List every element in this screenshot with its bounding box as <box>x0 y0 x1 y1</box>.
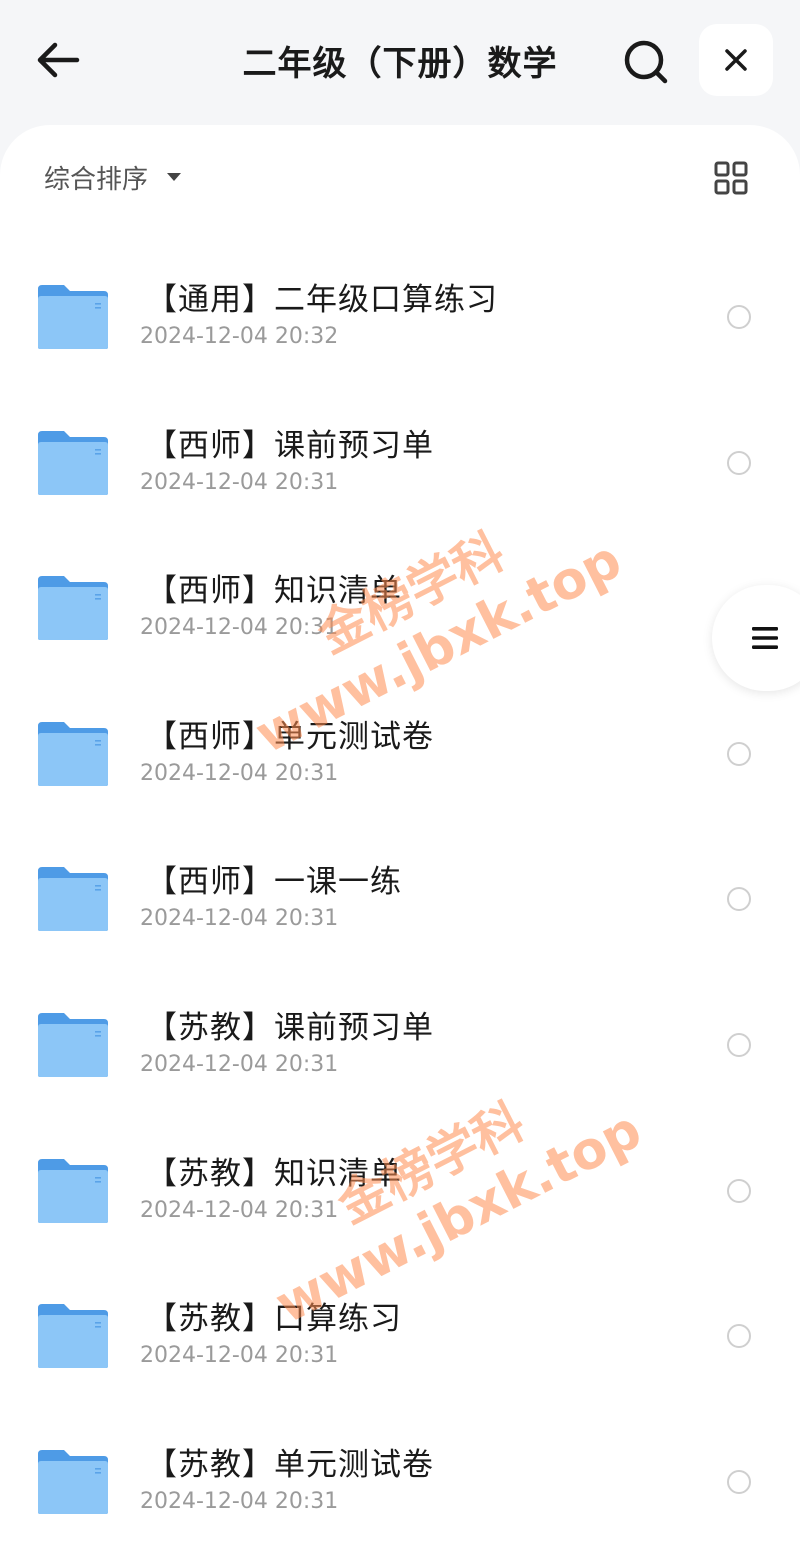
folder-date: 2024-12-04 20:31 <box>140 1488 339 1514</box>
sort-dropdown[interactable]: 综合排序 <box>44 155 182 199</box>
arrow-left-icon <box>37 42 80 78</box>
grid-view-icon <box>714 161 748 195</box>
folder-name: 【苏教】课前预习单 <box>146 1009 434 1046</box>
radio-circle-icon[interactable] <box>727 1469 751 1494</box>
folder-name: 【苏教】单元测试卷 <box>146 1446 434 1483</box>
folder-icon <box>38 1304 108 1369</box>
folder-icon <box>38 430 108 495</box>
file-list-panel: 综合排序 【通用】二年级口算练习 2024-12-04 20:32 【西师】课前… <box>0 125 800 1541</box>
folder-item[interactable]: 【通用】二年级口算练习 2024-12-04 20:32 <box>0 226 800 372</box>
folder-date: 2024-12-04 20:31 <box>140 1343 339 1369</box>
folder-date: 2024-12-04 20:31 <box>140 615 339 641</box>
folder-icon <box>38 1012 108 1077</box>
folder-list: 【通用】二年级口算练习 2024-12-04 20:32 【西师】课前预习单 2… <box>0 226 800 1536</box>
folder-date: 2024-12-04 20:31 <box>140 1051 339 1077</box>
folder-item[interactable]: 【西师】单元测试卷 2024-12-04 20:31 <box>0 663 800 809</box>
top-bar: 二年级（下册）数学 <box>0 0 800 125</box>
folder-icon <box>38 285 108 349</box>
folder-date: 2024-12-04 20:31 <box>140 906 339 932</box>
folder-name: 【通用】二年级口算练习 <box>146 282 498 318</box>
folder-item[interactable]: 【西师】一课一练 2024-12-04 20:31 <box>0 808 800 954</box>
close-icon <box>725 49 747 71</box>
radio-circle-icon[interactable] <box>727 1032 751 1057</box>
folder-name: 【西师】一课一练 <box>146 864 402 901</box>
radio-circle-icon[interactable] <box>727 887 751 912</box>
folder-name: 【苏教】知识清单 <box>146 1155 402 1192</box>
folder-item[interactable]: 【苏教】口算练习 2024-12-04 20:31 <box>0 1245 800 1391</box>
folder-item[interactable]: 【西师】课前预习单 2024-12-04 20:31 <box>0 372 800 518</box>
folder-item[interactable]: 【苏教】单元测试卷 2024-12-04 20:31 <box>0 1391 800 1537</box>
folder-icon <box>38 1449 108 1514</box>
folder-icon <box>38 1158 108 1223</box>
radio-circle-icon[interactable] <box>727 741 751 766</box>
folder-name: 【西师】单元测试卷 <box>146 718 434 755</box>
folder-icon <box>38 721 108 786</box>
folder-name: 【苏教】口算练习 <box>146 1301 402 1338</box>
search-button[interactable] <box>618 34 674 90</box>
back-button[interactable] <box>30 36 86 84</box>
close-button[interactable] <box>699 24 773 96</box>
radio-circle-icon[interactable] <box>727 305 751 329</box>
folder-date: 2024-12-04 20:32 <box>140 324 339 349</box>
folder-item[interactable]: 【西师】知识清单 2024-12-04 20:31 <box>0 517 800 663</box>
menu-icon <box>752 627 778 649</box>
radio-circle-icon[interactable] <box>727 1324 751 1349</box>
folder-date: 2024-12-04 20:31 <box>140 760 339 786</box>
folder-name: 【西师】知识清单 <box>146 573 402 610</box>
folder-date: 2024-12-04 20:31 <box>140 469 339 495</box>
search-icon <box>624 40 668 84</box>
caret-down-icon <box>167 173 182 181</box>
radio-circle-icon[interactable] <box>727 450 751 475</box>
folder-item[interactable]: 【苏教】知识清单 2024-12-04 20:31 <box>0 1100 800 1246</box>
page-title: 二年级（下册）数学 <box>242 43 558 84</box>
radio-circle-icon[interactable] <box>727 1178 751 1203</box>
sort-label: 综合排序 <box>44 164 149 195</box>
folder-date: 2024-12-04 20:31 <box>140 1197 339 1223</box>
grid-view-button[interactable] <box>706 153 756 203</box>
folder-icon <box>38 576 108 641</box>
folder-icon <box>38 867 108 932</box>
folder-item[interactable]: 【苏教】课前预习单 2024-12-04 20:31 <box>0 954 800 1100</box>
folder-name: 【西师】课前预习单 <box>146 427 434 464</box>
